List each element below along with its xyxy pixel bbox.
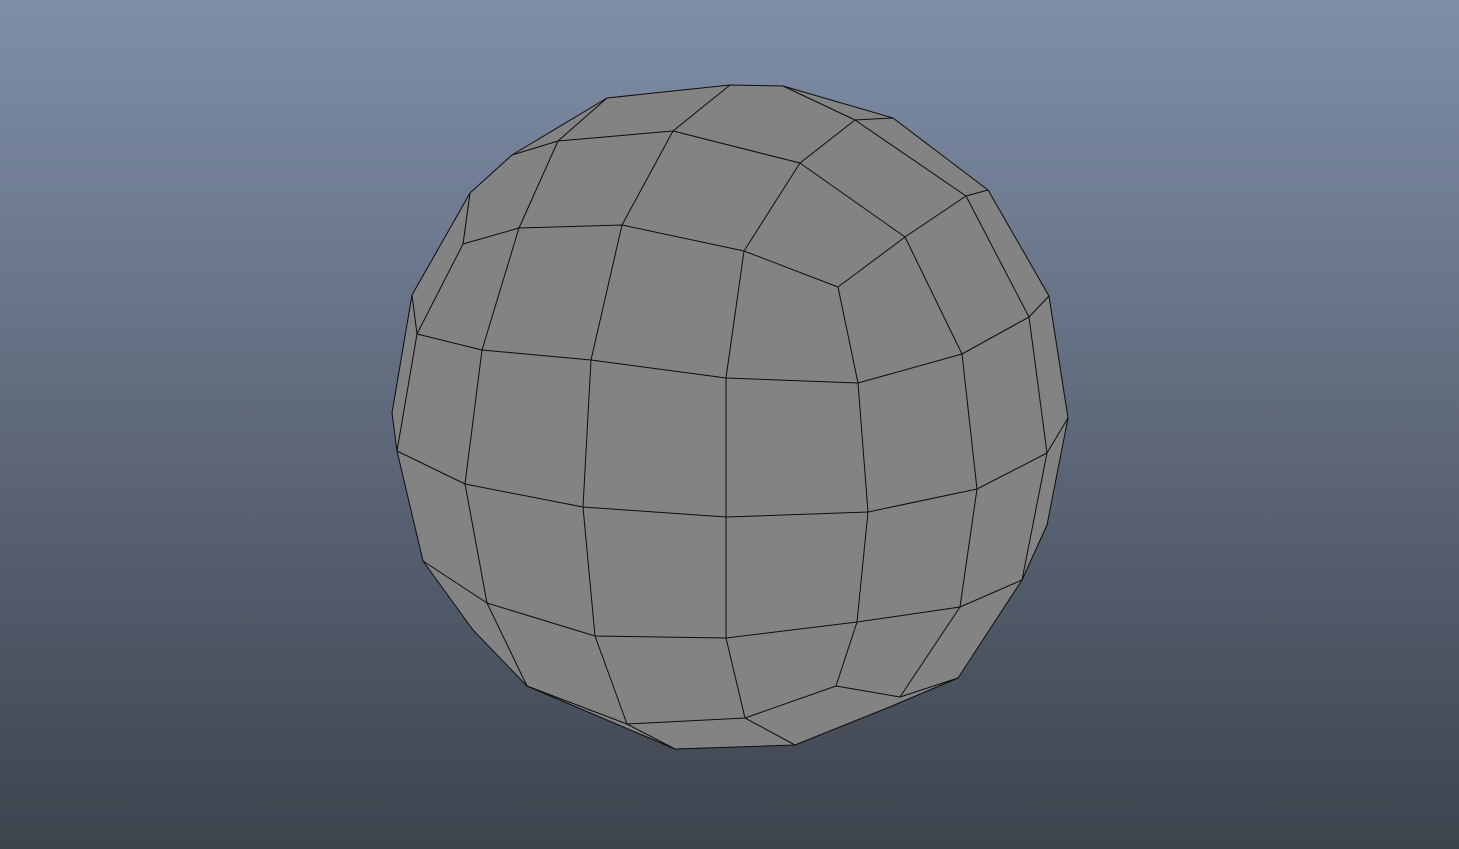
viewport-3d[interactable] <box>0 0 1459 849</box>
mesh-silhouette <box>392 85 1068 749</box>
polygon-sphere-mesh[interactable] <box>0 0 1459 849</box>
mesh-faces <box>392 85 1068 749</box>
